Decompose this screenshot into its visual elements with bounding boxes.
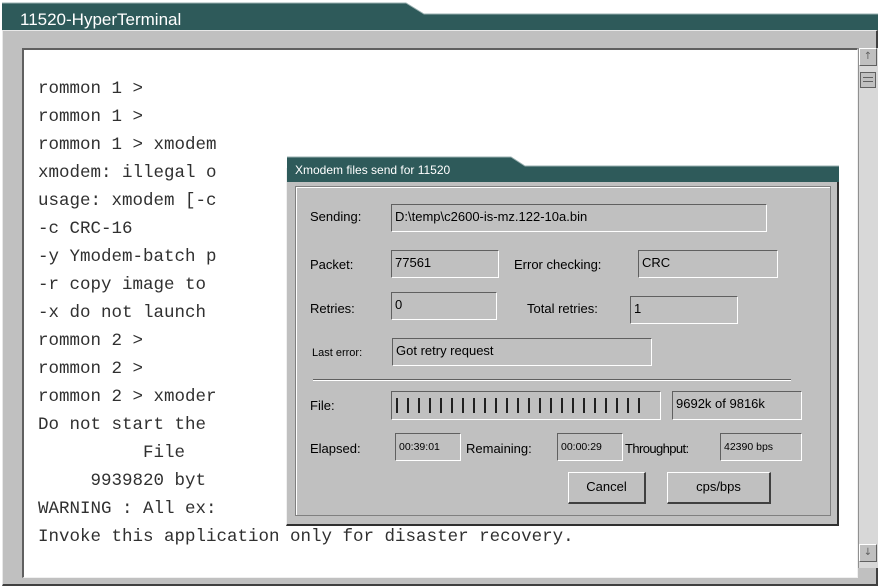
total-retries-field: 1	[630, 296, 738, 324]
scroll-up-button[interactable]: ↑	[859, 48, 877, 66]
elapsed-label: Elapsed:	[310, 441, 361, 456]
terminal-line: WARNING : All ex:	[38, 499, 217, 519]
sending-field: D:\temp\c2600-is-mz.122-10a.bin	[391, 204, 767, 232]
window-title: 11520-HyperTerminal	[20, 10, 182, 29]
cancel-button[interactable]: Cancel	[568, 472, 646, 504]
progress-tick	[473, 398, 475, 413]
terminal-line: usage: xmodem [-c	[38, 191, 217, 211]
dialog-separator	[313, 379, 791, 381]
terminal-line: xmodem: illegal o	[38, 163, 217, 183]
progress-tick	[429, 398, 431, 413]
vertical-scrollbar[interactable]: ↑ ↓	[858, 48, 878, 568]
terminal-line: rommon 2 >	[38, 359, 144, 379]
file-label: File:	[310, 398, 335, 413]
file-progress-fill	[392, 392, 660, 419]
progress-tick	[506, 398, 508, 413]
terminal-line: 9939820 byt	[38, 471, 207, 491]
sending-label: Sending:	[310, 209, 362, 224]
arrow-up-icon: ↑	[863, 51, 873, 62]
packet-field: 77561	[391, 250, 499, 278]
file-progress-bar	[391, 391, 661, 420]
progress-tick	[594, 398, 596, 413]
retries-field: 0	[391, 292, 497, 320]
last-error-label: Last error:	[312, 347, 363, 359]
progress-tick	[418, 398, 420, 413]
scroll-thumb[interactable]	[860, 72, 876, 88]
terminal-line: -r copy image to	[38, 275, 207, 295]
error-checking-field: CRC	[638, 250, 778, 278]
terminal-line: rommon 1 >	[38, 79, 144, 99]
elapsed-field: 00:39:01	[395, 433, 461, 461]
terminal-line: rommon 2 > xmoder	[38, 387, 217, 407]
remaining-label: Remaining:	[466, 441, 532, 456]
file-size-field: 9692k of 9816k	[672, 391, 802, 420]
progress-tick	[561, 398, 563, 413]
terminal-line: rommon 1 >	[38, 107, 144, 127]
terminal-line: Invoke this application only for disaste…	[38, 527, 574, 547]
progress-tick	[583, 398, 585, 413]
progress-tick	[616, 398, 618, 413]
terminal-line: -x do not launch	[38, 303, 207, 323]
progress-tick	[638, 398, 640, 413]
total-retries-label: Total retries:	[527, 301, 598, 316]
terminal-line: rommon 2 >	[38, 331, 144, 351]
progress-tick	[451, 398, 453, 413]
remaining-field: 00:00:29	[557, 433, 623, 461]
cps-bps-button[interactable]: cps/bps	[667, 472, 771, 504]
progress-tick	[528, 398, 530, 413]
progress-tick	[462, 398, 464, 413]
progress-tick	[407, 398, 409, 413]
error-checking-label: Error checking:	[514, 257, 602, 272]
scroll-down-button[interactable]: ↓	[859, 544, 877, 562]
packet-label: Packet:	[310, 257, 354, 272]
retries-label: Retries:	[310, 301, 355, 316]
progress-tick	[550, 398, 552, 413]
terminal-line: rommon 1 > xmodem	[38, 135, 217, 155]
throughput-label: Throughput:	[625, 441, 689, 456]
progress-tick	[396, 398, 398, 413]
progress-tick	[495, 398, 497, 413]
progress-tick	[605, 398, 607, 413]
progress-tick	[484, 398, 486, 413]
progress-tick	[440, 398, 442, 413]
terminal-line: -c CRC-16	[38, 219, 133, 239]
progress-tick	[572, 398, 574, 413]
throughput-field: 42390 bps	[720, 433, 802, 461]
arrow-down-icon: ↓	[863, 547, 873, 558]
dialog-title: Xmodem files send for 11520	[295, 163, 451, 177]
progress-tick	[517, 398, 519, 413]
last-error-field: Got retry request	[392, 338, 652, 366]
terminal-line: File	[38, 443, 186, 463]
terminal-line: -y Ymodem-batch p	[38, 247, 217, 267]
progress-tick	[627, 398, 629, 413]
terminal-line: Do not start the	[38, 415, 207, 435]
progress-tick	[539, 398, 541, 413]
